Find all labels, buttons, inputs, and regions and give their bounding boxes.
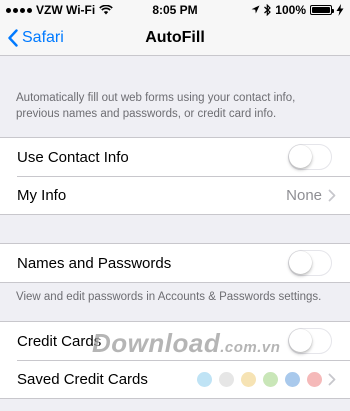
use-contact-info-toggle[interactable] bbox=[288, 144, 332, 170]
use-contact-info-label: Use Contact Info bbox=[17, 148, 129, 166]
passwords-group: Names and Passwords bbox=[0, 243, 350, 283]
chevron-right-icon bbox=[328, 373, 336, 385]
watermark-dot bbox=[285, 371, 300, 387]
watermark-dot bbox=[307, 371, 322, 387]
page-title: AutoFill bbox=[145, 29, 205, 46]
toggle-knob bbox=[289, 251, 312, 274]
credit-cards-group: Credit Cards Saved Credit Cards bbox=[0, 321, 350, 399]
location-arrow-icon bbox=[251, 5, 260, 14]
status-right: 100% bbox=[251, 3, 344, 17]
my-info-value: None bbox=[286, 186, 322, 204]
bluetooth-icon bbox=[264, 4, 272, 16]
my-info-label: My Info bbox=[17, 186, 67, 204]
saved-credit-cards-row[interactable]: Saved Credit Cards bbox=[0, 360, 350, 398]
names-and-passwords-toggle[interactable] bbox=[288, 250, 332, 276]
intro-description: Automatically fill out web forms using y… bbox=[16, 92, 296, 120]
watermark-dot bbox=[197, 371, 212, 387]
battery-icon bbox=[310, 5, 334, 15]
watermark-dot bbox=[263, 371, 278, 387]
status-bar: VZW Wi-Fi 8:05 PM 100% bbox=[0, 0, 350, 20]
names-and-passwords-row[interactable]: Names and Passwords bbox=[0, 244, 350, 282]
my-info-row[interactable]: My Info None bbox=[0, 176, 350, 214]
saved-credit-cards-label: Saved Credit Cards bbox=[17, 370, 148, 388]
passwords-footer: View and edit passwords in Accounts & Pa… bbox=[16, 291, 322, 303]
names-and-passwords-label: Names and Passwords bbox=[17, 254, 172, 272]
watermark-dot bbox=[219, 371, 234, 387]
credit-cards-label: Credit Cards bbox=[17, 332, 102, 350]
toggle-knob bbox=[289, 329, 312, 352]
watermark-dot bbox=[241, 371, 256, 387]
charging-bolt-icon bbox=[336, 4, 344, 16]
chevron-right-icon bbox=[328, 189, 336, 201]
contact-group: Use Contact Info My Info None bbox=[0, 137, 350, 215]
navigation-bar: Safari AutoFill bbox=[0, 20, 350, 56]
toggle-knob bbox=[289, 145, 312, 168]
credit-cards-toggle[interactable] bbox=[288, 328, 332, 354]
use-contact-info-row[interactable]: Use Contact Info bbox=[0, 138, 350, 176]
watermark-dots bbox=[197, 371, 322, 387]
credit-cards-row[interactable]: Credit Cards bbox=[0, 322, 350, 360]
battery-percent: 100% bbox=[275, 3, 306, 17]
